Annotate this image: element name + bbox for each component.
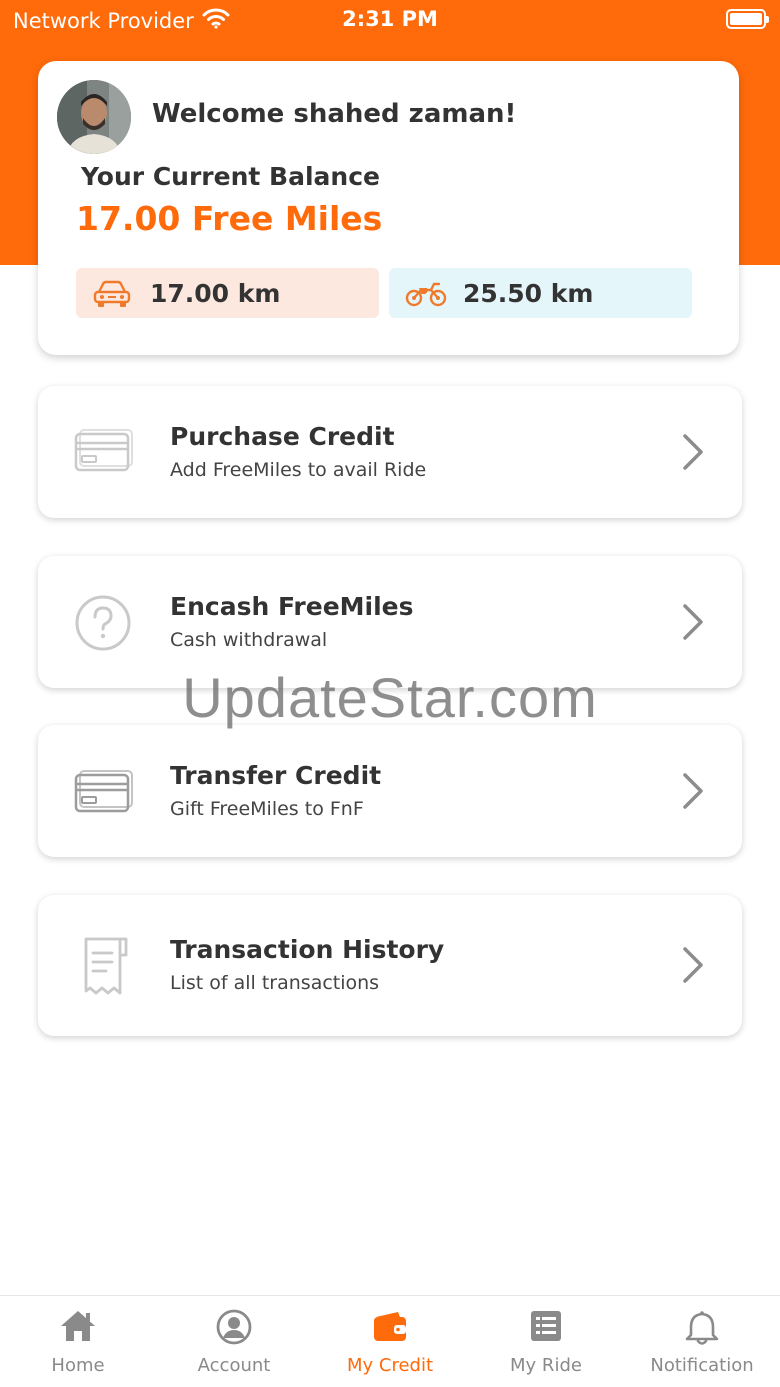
encash-freemiles-title: Encash FreeMiles [170,592,414,621]
nav-notification[interactable]: Notification [624,1296,780,1387]
transfer-credit-card[interactable]: Transfer Credit Gift FreeMiles to FnF [38,725,742,857]
user-circle-icon [216,1309,252,1345]
welcome-text: Welcome shahed zaman! [152,99,517,129]
car-distance-pill: 17.00 km [76,268,379,318]
bottom-nav: Home Account My Credit My Ride Notificat… [0,1295,780,1387]
credit-card-icon [74,429,133,472]
wallet-icon [374,1312,406,1341]
nav-my-credit[interactable]: My Credit [312,1296,468,1387]
bike-distance-value: 25.50 km [463,279,594,308]
nav-notification-label: Notification [650,1355,754,1376]
nav-home[interactable]: Home [0,1296,156,1387]
car-icon [93,280,131,307]
purchase-credit-subtitle: Add FreeMiles to avail Ride [170,459,427,481]
car-distance-value: 17.00 km [150,279,281,308]
transfer-credit-title: Transfer Credit [170,761,382,790]
purchase-credit-title: Purchase Credit [170,422,395,451]
nav-home-label: Home [51,1355,105,1376]
encash-freemiles-subtitle: Cash withdrawal [170,629,328,651]
credit-card-icon [74,770,133,813]
motorbike-icon [405,282,447,307]
balance-card: Welcome shahed zaman! Your Current Balan… [38,61,739,355]
transaction-history-card[interactable]: Transaction History List of all transact… [38,895,742,1036]
nav-account[interactable]: Account [156,1296,312,1387]
nav-account-label: Account [197,1355,271,1376]
status-bar: Network Provider 2:31 PM [0,0,780,40]
chevron-right-icon [683,604,703,640]
balance-value: 17.00 Free Miles [76,199,383,238]
battery-icon [726,9,769,29]
nav-my-ride-label: My Ride [510,1355,582,1376]
chevron-right-icon [683,773,703,809]
transaction-history-subtitle: List of all transactions [170,972,380,994]
bell-icon [685,1310,719,1345]
status-time: 2:31 PM [342,7,438,31]
list-icon [531,1311,561,1341]
avatar[interactable] [57,80,131,154]
nav-my-credit-label: My Credit [346,1355,434,1376]
transaction-history-title: Transaction History [170,935,445,964]
bike-distance-pill: 25.50 km [389,268,692,318]
my-credit-screen: Network Provider 2:31 PM Welcome shahed … [0,0,780,1387]
home-icon [61,1311,95,1341]
purchase-credit-card[interactable]: Purchase Credit Add FreeMiles to avail R… [38,386,742,518]
nav-my-ride[interactable]: My Ride [468,1296,624,1387]
chevron-right-icon [683,947,703,983]
receipt-icon [84,937,128,995]
balance-label: Your Current Balance [81,162,380,191]
chevron-right-icon [683,434,703,470]
watermark: UpdateStar.com [182,666,598,729]
question-circle-icon [75,595,131,651]
transfer-credit-subtitle: Gift FreeMiles to FnF [170,798,364,820]
